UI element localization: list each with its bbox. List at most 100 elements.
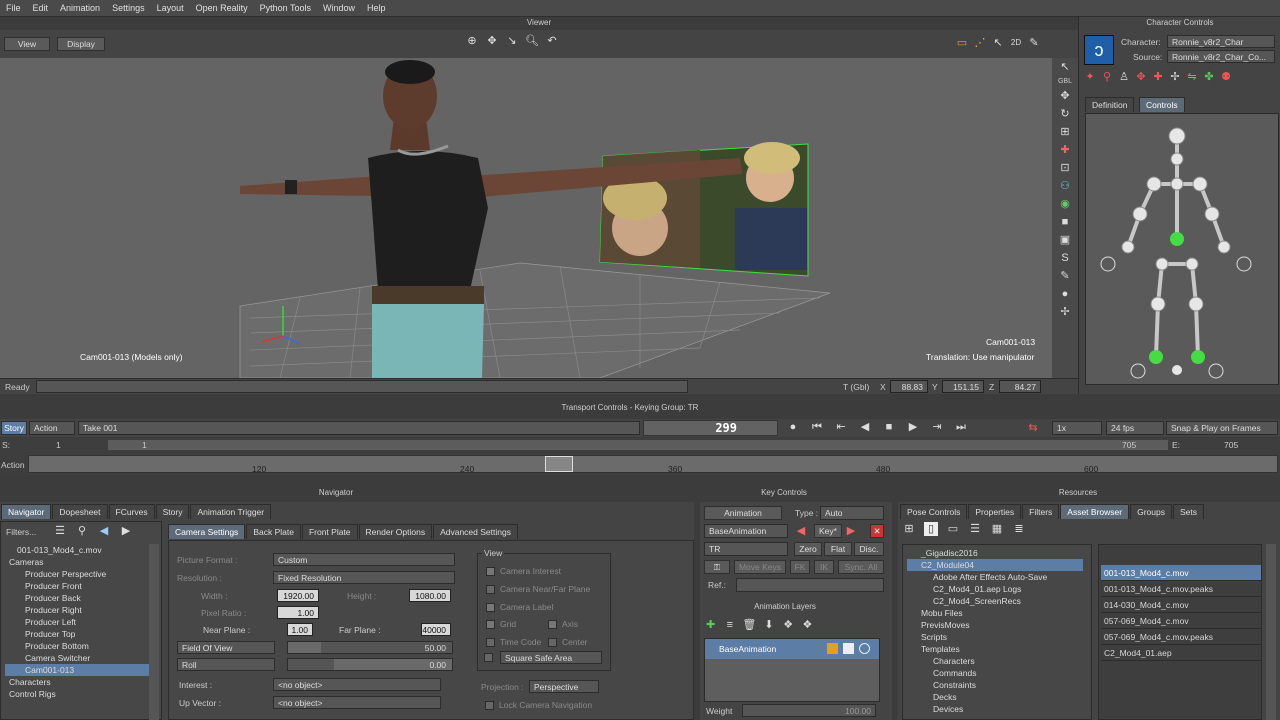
interest-field[interactable]: <no object> xyxy=(273,678,441,691)
file-item[interactable]: 057-069_Mod4_c.mov xyxy=(1101,613,1261,629)
skeleton-icon[interactable]: ⚇ xyxy=(1058,179,1072,193)
ik-icon[interactable]: ✢ xyxy=(1168,70,1182,84)
menu-item-edit[interactable]: Edit xyxy=(27,3,55,13)
tab-story[interactable]: Story xyxy=(155,504,190,519)
playhead[interactable] xyxy=(545,456,573,472)
folder-item[interactable]: Decks xyxy=(907,691,1083,703)
tab-dopesheet[interactable]: Dopesheet xyxy=(52,504,108,519)
projection-select[interactable]: Perspective xyxy=(529,680,599,693)
weight-slider[interactable]: 100.00 xyxy=(742,704,876,717)
box-icon[interactable]: ▣ xyxy=(1058,233,1072,247)
pan-icon[interactable]: ✥ xyxy=(485,34,499,48)
play-icon[interactable]: ▶ xyxy=(906,420,920,434)
subtab-front-plate[interactable]: Front Plate xyxy=(301,524,358,539)
cube-icon[interactable]: ■ xyxy=(1058,215,1072,229)
loop-icon[interactable]: ⇆ xyxy=(1026,421,1040,435)
next-key-icon[interactable]: ⇥ xyxy=(930,420,944,434)
camera-label-checkbox[interactable] xyxy=(486,603,495,613)
character-skeleton-view[interactable] xyxy=(1085,113,1279,385)
file-item[interactable]: 014-030_Mod4_c.mov xyxy=(1101,597,1261,613)
tree-scrollbar[interactable] xyxy=(149,544,159,720)
tab-filters[interactable]: Filters xyxy=(1022,504,1060,519)
file-item[interactable]: 001-013_Mod4_c.mov.peaks xyxy=(1101,581,1261,597)
merge-icon[interactable]: ⬇ xyxy=(762,618,775,632)
details-icon[interactable]: ☰ xyxy=(968,522,982,536)
mute-icon[interactable] xyxy=(859,643,870,654)
folder-item[interactable]: PrevisMoves xyxy=(907,619,1083,631)
tree-item[interactable]: Camera Switcher xyxy=(5,652,149,664)
orbit-icon[interactable]: ⊕ xyxy=(465,34,479,48)
pin-icon[interactable]: ⚲ xyxy=(1100,70,1114,84)
back-arrow-icon[interactable]: ◀ xyxy=(97,524,111,538)
path-icon[interactable]: ⋰ xyxy=(973,36,987,50)
folder-item[interactable]: Templates xyxy=(907,643,1083,655)
ik-button[interactable]: IK xyxy=(814,560,834,574)
story-button[interactable]: Story xyxy=(1,421,27,435)
scale-icon[interactable]: ⊞ xyxy=(1058,125,1072,139)
tab-definition[interactable]: Definition xyxy=(1085,97,1135,112)
file-item[interactable]: 057-069_Mod4_c.mov.peaks xyxy=(1101,629,1261,645)
mirror-icon[interactable]: ⇋ xyxy=(1185,70,1199,84)
subtab-camera-settings[interactable]: Camera Settings xyxy=(168,524,246,539)
play-back-icon[interactable]: ◀ xyxy=(858,420,872,434)
snap-select[interactable]: Snap & Play on Frames xyxy=(1166,421,1278,435)
menu-item-python-tools[interactable]: Python Tools xyxy=(254,3,317,13)
width-field[interactable]: 1920.00 xyxy=(277,589,319,602)
sync-all-button[interactable]: Sync. All xyxy=(838,560,884,574)
record-icon[interactable]: ● xyxy=(786,420,800,434)
trash-icon[interactable]: 🗑︎ xyxy=(742,618,756,632)
effector-icon[interactable]: ✚ xyxy=(1151,70,1165,84)
ref-field[interactable] xyxy=(736,578,884,592)
add-layer-icon[interactable]: ✚ xyxy=(704,618,717,632)
tree-item[interactable]: Characters xyxy=(5,676,149,688)
center-checkbox[interactable] xyxy=(548,638,557,648)
picture-format-select[interactable]: Custom xyxy=(273,553,455,566)
tab-groups[interactable]: Groups xyxy=(1130,504,1172,519)
menu-item-file[interactable]: File xyxy=(0,3,27,13)
range-slider[interactable] xyxy=(108,440,1168,450)
view-menu-button[interactable]: View xyxy=(4,37,50,51)
solo-icon[interactable] xyxy=(843,643,854,654)
menu-item-open-reality[interactable]: Open Reality xyxy=(190,3,254,13)
folder-item[interactable]: Scripts xyxy=(907,631,1083,643)
tree-item[interactable]: Producer Top xyxy=(5,628,149,640)
end-value[interactable]: 705 xyxy=(1224,440,1238,450)
2d-icon[interactable]: 2D xyxy=(1009,36,1023,50)
animation-button[interactable]: Animation xyxy=(704,506,782,520)
folder-item[interactable]: _Gigadisc2016 xyxy=(907,547,1083,559)
tab-controls[interactable]: Controls xyxy=(1139,97,1185,112)
dolly-icon[interactable]: ↘ xyxy=(505,34,519,48)
camera-interest-checkbox[interactable] xyxy=(486,567,495,577)
list-view-icon[interactable]: ≣ xyxy=(1012,522,1026,536)
flat-button[interactable]: Flat xyxy=(824,542,852,556)
tab-sets[interactable]: Sets xyxy=(1172,504,1204,519)
roll-icon[interactable]: ↶ xyxy=(545,34,559,48)
move-keys-button[interactable]: Move Keys xyxy=(734,560,786,574)
key-button[interactable]: Key* xyxy=(814,524,842,538)
layer-row-base[interactable]: BaseAnimation xyxy=(705,639,879,659)
fps-select[interactable]: 24 fps xyxy=(1106,421,1164,435)
curve-icon[interactable]: S xyxy=(1058,251,1072,265)
take-select[interactable]: Take 001 xyxy=(78,421,640,435)
fk-button[interactable]: FK xyxy=(790,560,810,574)
subtab-advanced-settings[interactable]: Advanced Settings xyxy=(433,524,518,539)
frame-counter[interactable]: 299 xyxy=(643,420,778,436)
speed-select[interactable]: 1x xyxy=(1052,421,1102,435)
tab-navigator[interactable]: Navigator xyxy=(1,504,52,519)
character-avatar-icon[interactable]: ↄ xyxy=(1084,35,1114,65)
folder-item[interactable]: C2_Mod4_01.aep Logs xyxy=(907,583,1083,595)
rig-icon[interactable]: ⚉ xyxy=(1219,70,1233,84)
subtab-back-plate[interactable]: Back Plate xyxy=(246,524,301,539)
reach-icon[interactable]: ✤ xyxy=(1202,70,1216,84)
tree-item[interactable]: Cam001-013 xyxy=(5,664,149,676)
lock-icon[interactable] xyxy=(827,643,838,654)
tab-asset-browser[interactable]: Asset Browser xyxy=(1060,504,1130,519)
folder-item[interactable]: Mobu Files xyxy=(907,607,1083,619)
tree-item[interactable]: Producer Right xyxy=(5,604,149,616)
tab-fcurves[interactable]: FCurves xyxy=(108,504,155,519)
pixel-ratio-field[interactable]: 1.00 xyxy=(277,606,319,619)
brush-icon[interactable]: ✎ xyxy=(1027,36,1041,50)
tree-item[interactable]: Producer Bottom xyxy=(5,640,149,652)
stop-icon[interactable]: ■ xyxy=(882,420,896,434)
disc-button[interactable]: Disc. xyxy=(854,542,884,556)
